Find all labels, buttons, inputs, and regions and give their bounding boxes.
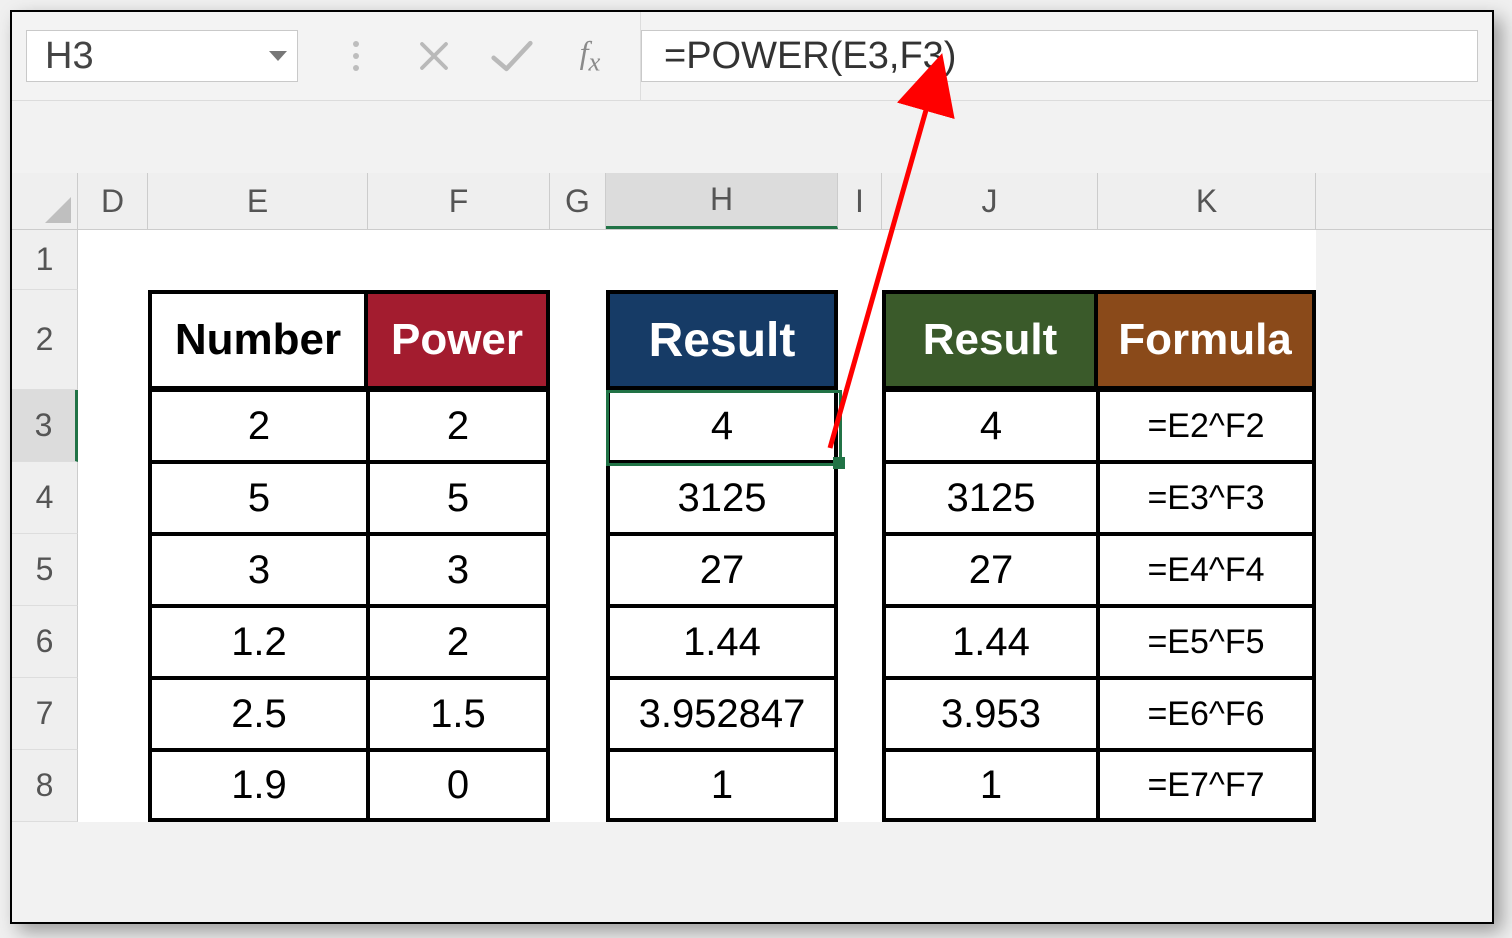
- cell-K5[interactable]: =E4^F4: [1098, 534, 1316, 606]
- cell-F6[interactable]: 2: [368, 606, 550, 678]
- formula-input[interactable]: =POWER(E3,F3): [641, 30, 1478, 82]
- name-box-value: H3: [27, 35, 94, 78]
- cell-J6[interactable]: 1.44: [882, 606, 1098, 678]
- header-result[interactable]: Result: [606, 290, 838, 390]
- select-all-corner[interactable]: [12, 173, 78, 229]
- cell-H5[interactable]: 27: [606, 534, 838, 606]
- enter-icon[interactable]: [488, 32, 536, 80]
- col-header-K[interactable]: K: [1098, 173, 1316, 229]
- cancel-icon[interactable]: [410, 32, 458, 80]
- cell-H8[interactable]: 1: [606, 750, 838, 822]
- cell-F3[interactable]: 2: [368, 390, 550, 462]
- name-box[interactable]: H3: [26, 30, 298, 82]
- row-header-3[interactable]: 3: [12, 390, 78, 462]
- fx-icon[interactable]: fx: [566, 32, 614, 80]
- row-header-1[interactable]: 1: [12, 230, 78, 290]
- col-header-F[interactable]: F: [368, 173, 550, 229]
- column-headers: D E F G H I J K: [12, 173, 1492, 230]
- formula-text: =POWER(E3,F3): [664, 35, 956, 78]
- header-power[interactable]: Power: [368, 290, 550, 390]
- row-header-5[interactable]: 5: [12, 534, 78, 606]
- row-header-4[interactable]: 4: [12, 462, 78, 534]
- cell-H3[interactable]: 4: [606, 390, 838, 462]
- excel-window: H3 fx =POWER(E3,F3) D E F G H I J K: [10, 10, 1494, 924]
- row-header-6[interactable]: 6: [12, 606, 78, 678]
- name-box-dropdown-icon[interactable]: [269, 51, 287, 61]
- formula-bar: H3 fx =POWER(E3,F3): [12, 12, 1492, 101]
- cell-F5[interactable]: 3: [368, 534, 550, 606]
- cell-H7[interactable]: 3.952847: [606, 678, 838, 750]
- separator-icon: [332, 32, 380, 80]
- col-header-E[interactable]: E: [148, 173, 368, 229]
- header-formula[interactable]: Formula: [1098, 290, 1316, 390]
- cell-K3[interactable]: =E2^F2: [1098, 390, 1316, 462]
- formula-buttons: fx: [306, 12, 641, 100]
- cell-J3[interactable]: 4: [882, 390, 1098, 462]
- cell-J7[interactable]: 3.953: [882, 678, 1098, 750]
- row-header-2[interactable]: 2: [12, 290, 78, 390]
- cell-E7[interactable]: 2.5: [148, 678, 368, 750]
- cell-F8[interactable]: 0: [368, 750, 550, 822]
- col-header-D[interactable]: D: [78, 173, 148, 229]
- cell-E4[interactable]: 5: [148, 462, 368, 534]
- col-header-I[interactable]: I: [838, 173, 882, 229]
- col-header-J[interactable]: J: [882, 173, 1098, 229]
- cell-H6[interactable]: 1.44: [606, 606, 838, 678]
- col-header-G[interactable]: G: [550, 173, 606, 229]
- header-result2[interactable]: Result: [882, 290, 1098, 390]
- cell-E8[interactable]: 1.9: [148, 750, 368, 822]
- row-header-7[interactable]: 7: [12, 678, 78, 750]
- sheet-grid[interactable]: 1 2 Number Power Result Result Formula 3…: [12, 230, 1492, 822]
- cell-J5[interactable]: 27: [882, 534, 1098, 606]
- cell-E3[interactable]: 2: [148, 390, 368, 462]
- row-header-8[interactable]: 8: [12, 750, 78, 822]
- cell-E6[interactable]: 1.2: [148, 606, 368, 678]
- cell-K6[interactable]: =E5^F5: [1098, 606, 1316, 678]
- cell-H4[interactable]: 3125: [606, 462, 838, 534]
- cell-F7[interactable]: 1.5: [368, 678, 550, 750]
- cell-K8[interactable]: =E7^F7: [1098, 750, 1316, 822]
- cell-J4[interactable]: 3125: [882, 462, 1098, 534]
- header-number[interactable]: Number: [148, 290, 368, 390]
- col-header-H[interactable]: H: [606, 173, 838, 229]
- cell-K7[interactable]: =E6^F6: [1098, 678, 1316, 750]
- cell-F4[interactable]: 5: [368, 462, 550, 534]
- cell-K4[interactable]: =E3^F3: [1098, 462, 1316, 534]
- cell-J8[interactable]: 1: [882, 750, 1098, 822]
- cell-E5[interactable]: 3: [148, 534, 368, 606]
